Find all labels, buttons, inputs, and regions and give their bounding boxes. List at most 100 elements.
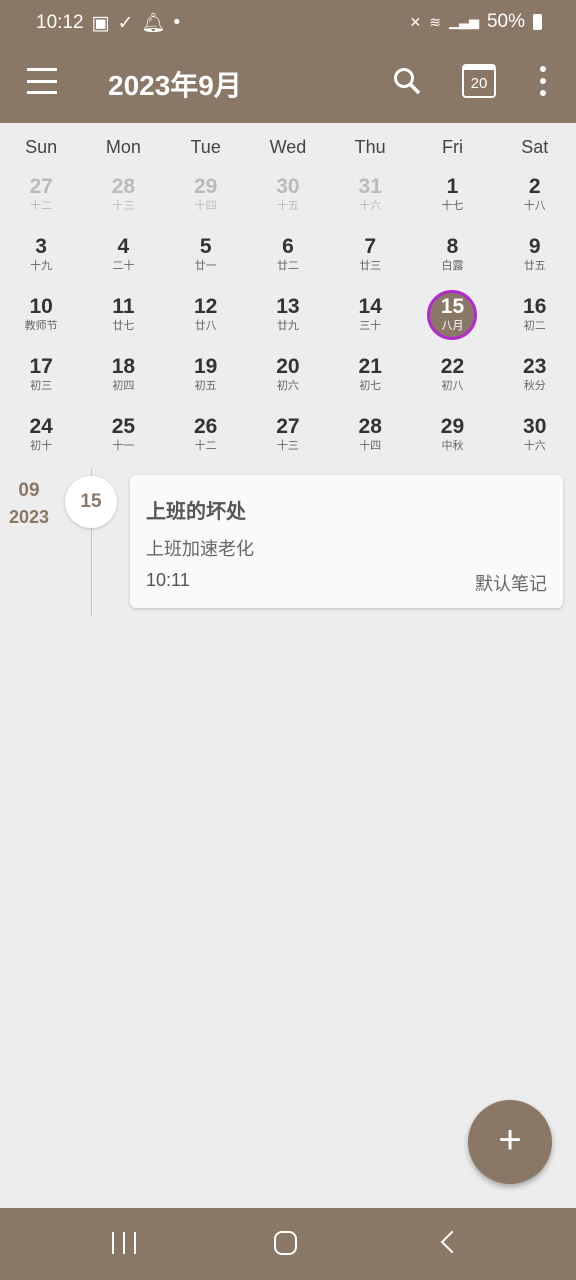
more-options-icon[interactable] bbox=[530, 66, 556, 96]
entry-body: 上班加速老化 bbox=[146, 539, 254, 559]
calendar-day[interactable]: 12 廿八 bbox=[165, 289, 247, 349]
lunar-date: 十四 bbox=[194, 200, 217, 212]
entry-day-badge: 15 bbox=[65, 476, 117, 528]
day-number: 5 bbox=[199, 235, 212, 258]
weekday-tue: Tue bbox=[190, 137, 221, 157]
entry-year: 2023 bbox=[8, 507, 50, 527]
calendar-day[interactable]: 18 初四 bbox=[82, 349, 164, 409]
day-number: 28 bbox=[358, 415, 382, 438]
battery-text: 50% bbox=[486, 11, 525, 32]
entry-time: 10:11 bbox=[146, 570, 190, 590]
calendar-day[interactable]: 22 初八 bbox=[411, 349, 493, 409]
weekday-header: Sun Mon Tue Wed Thu Fri Sat bbox=[0, 123, 576, 169]
day-number: 16 bbox=[523, 295, 547, 318]
signal-icon: ▁▃▅ bbox=[448, 14, 479, 29]
lunar-date: 十七 bbox=[441, 200, 464, 212]
calendar-day[interactable]: 5 廿一 bbox=[165, 229, 247, 289]
calendar-day[interactable]: 4 二十 bbox=[82, 229, 164, 289]
lunar-date: 廿二 bbox=[276, 260, 299, 272]
wifi-icon: ≋ bbox=[429, 13, 441, 30]
lunar-date: 初五 bbox=[194, 380, 217, 392]
lunar-date: 初八 bbox=[441, 380, 464, 392]
calendar-day[interactable]: 8 白露 bbox=[411, 229, 493, 289]
calendar-day[interactable]: 16 初二 bbox=[494, 289, 576, 349]
weekday-mon: Mon bbox=[105, 137, 141, 157]
lunar-date: 十二 bbox=[30, 200, 53, 212]
calendar-day[interactable]: 26 十二 bbox=[165, 409, 247, 469]
day-number: 13 bbox=[276, 295, 300, 318]
lunar-date: 十六 bbox=[359, 200, 382, 212]
day-number: 23 bbox=[523, 355, 547, 378]
lunar-date: 十九 bbox=[30, 260, 53, 272]
lunar-date: 八月 bbox=[441, 320, 464, 332]
calendar-day[interactable]: 30 十六 bbox=[494, 409, 576, 469]
calendar-day[interactable]: 24 初十 bbox=[0, 409, 82, 469]
calendar-day[interactable]: 27 十二 bbox=[0, 169, 82, 229]
day-number: 25 bbox=[111, 415, 136, 438]
day-number: 27 bbox=[276, 415, 300, 438]
day-number: 29 bbox=[440, 415, 465, 438]
calendar-day[interactable]: 6 廿二 bbox=[247, 229, 329, 289]
day-number: 10 bbox=[29, 295, 53, 318]
calendar-day[interactable]: 19 初五 bbox=[165, 349, 247, 409]
calendar-day[interactable]: 29 中秋 bbox=[411, 409, 493, 469]
calendar-day[interactable]: 28 十四 bbox=[329, 409, 411, 469]
calendar-day[interactable]: 2 十八 bbox=[494, 169, 576, 229]
lunar-date: 十二 bbox=[194, 440, 217, 452]
menu-icon[interactable] bbox=[26, 68, 58, 94]
calendar-day[interactable]: 30 十五 bbox=[247, 169, 329, 229]
calendar-day[interactable]: 28 十三 bbox=[82, 169, 164, 229]
calendar-day[interactable]: 27 十三 bbox=[247, 409, 329, 469]
day-number: 2 bbox=[528, 175, 541, 198]
dot-icon: • bbox=[173, 12, 181, 33]
weekday-fri: Fri bbox=[441, 137, 463, 157]
day-number: 31 bbox=[358, 175, 382, 198]
day-number: 21 bbox=[358, 355, 382, 378]
lunar-date: 十三 bbox=[112, 200, 135, 212]
check-icon: ✓ bbox=[117, 12, 134, 34]
day-number: 30 bbox=[276, 175, 300, 198]
calendar-day[interactable]: 13 廿九 bbox=[247, 289, 329, 349]
calendar-day[interactable]: 7 廿三 bbox=[329, 229, 411, 289]
calendar-day[interactable]: 20 初六 bbox=[247, 349, 329, 409]
calendar-day[interactable]: 25 十一 bbox=[82, 409, 164, 469]
calendar-day[interactable]: 23 秋分 bbox=[494, 349, 576, 409]
calendar-day[interactable]: 1 十七 bbox=[411, 169, 493, 229]
today-calendar-icon[interactable]: 20 bbox=[462, 64, 496, 98]
status-bar-right: ✕ ≋ ▁▃▅ 50% bbox=[410, 11, 542, 33]
search-icon[interactable] bbox=[390, 64, 424, 98]
calendar-day-selected[interactable]: 15 八月 bbox=[411, 289, 493, 349]
calendar-day[interactable]: 17 初三 bbox=[0, 349, 82, 409]
lunar-date: 教师节 bbox=[24, 320, 58, 332]
calendar-week: 24 初十 25 十一 26 十二 27 十三 28 十四 29 中秋 30 十六 bbox=[0, 409, 576, 469]
calendar-day[interactable]: 14 三十 bbox=[329, 289, 411, 349]
day-number: 12 bbox=[193, 295, 218, 318]
calendar-day[interactable]: 29 十四 bbox=[165, 169, 247, 229]
home-icon[interactable] bbox=[274, 1231, 297, 1255]
calendar-day[interactable]: 11 廿七 bbox=[82, 289, 164, 349]
page-title: 2023年9月 bbox=[108, 70, 242, 101]
weekday-thu: Thu bbox=[354, 137, 386, 157]
lunar-date: 初四 bbox=[112, 380, 135, 392]
lunar-date: 十三 bbox=[276, 440, 299, 452]
calendar-day[interactable]: 10 教师节 bbox=[0, 289, 82, 349]
lunar-date: 廿九 bbox=[276, 320, 299, 332]
recent-apps-icon[interactable] bbox=[112, 1232, 136, 1254]
calendar-day[interactable]: 21 初七 bbox=[329, 349, 411, 409]
entry-month: 09 bbox=[18, 480, 40, 501]
calendar-day[interactable]: 9 廿五 bbox=[494, 229, 576, 289]
add-entry-button[interactable]: + bbox=[468, 1100, 552, 1184]
day-number: 8 bbox=[446, 235, 459, 258]
weekday-sun: Sun bbox=[25, 137, 58, 157]
calendar-week: 27 十二 28 十三 29 十四 30 十五 31 十六 1 十七 2 十八 bbox=[0, 169, 576, 229]
day-number: 26 bbox=[193, 415, 218, 438]
back-icon[interactable] bbox=[440, 1230, 464, 1254]
calendar-day[interactable]: 31 十六 bbox=[329, 169, 411, 229]
entry-notebook: 默认笔记 bbox=[475, 574, 547, 594]
calendar-day[interactable]: 3 十九 bbox=[0, 229, 82, 289]
lunar-date: 廿七 bbox=[112, 320, 135, 332]
diary-entry-card[interactable]: 上班的坏处 上班加速老化 10:11 默认笔记 bbox=[130, 475, 563, 608]
lunar-date: 三十 bbox=[359, 320, 382, 332]
day-number: 4 bbox=[117, 235, 130, 258]
day-number: 30 bbox=[523, 415, 547, 438]
